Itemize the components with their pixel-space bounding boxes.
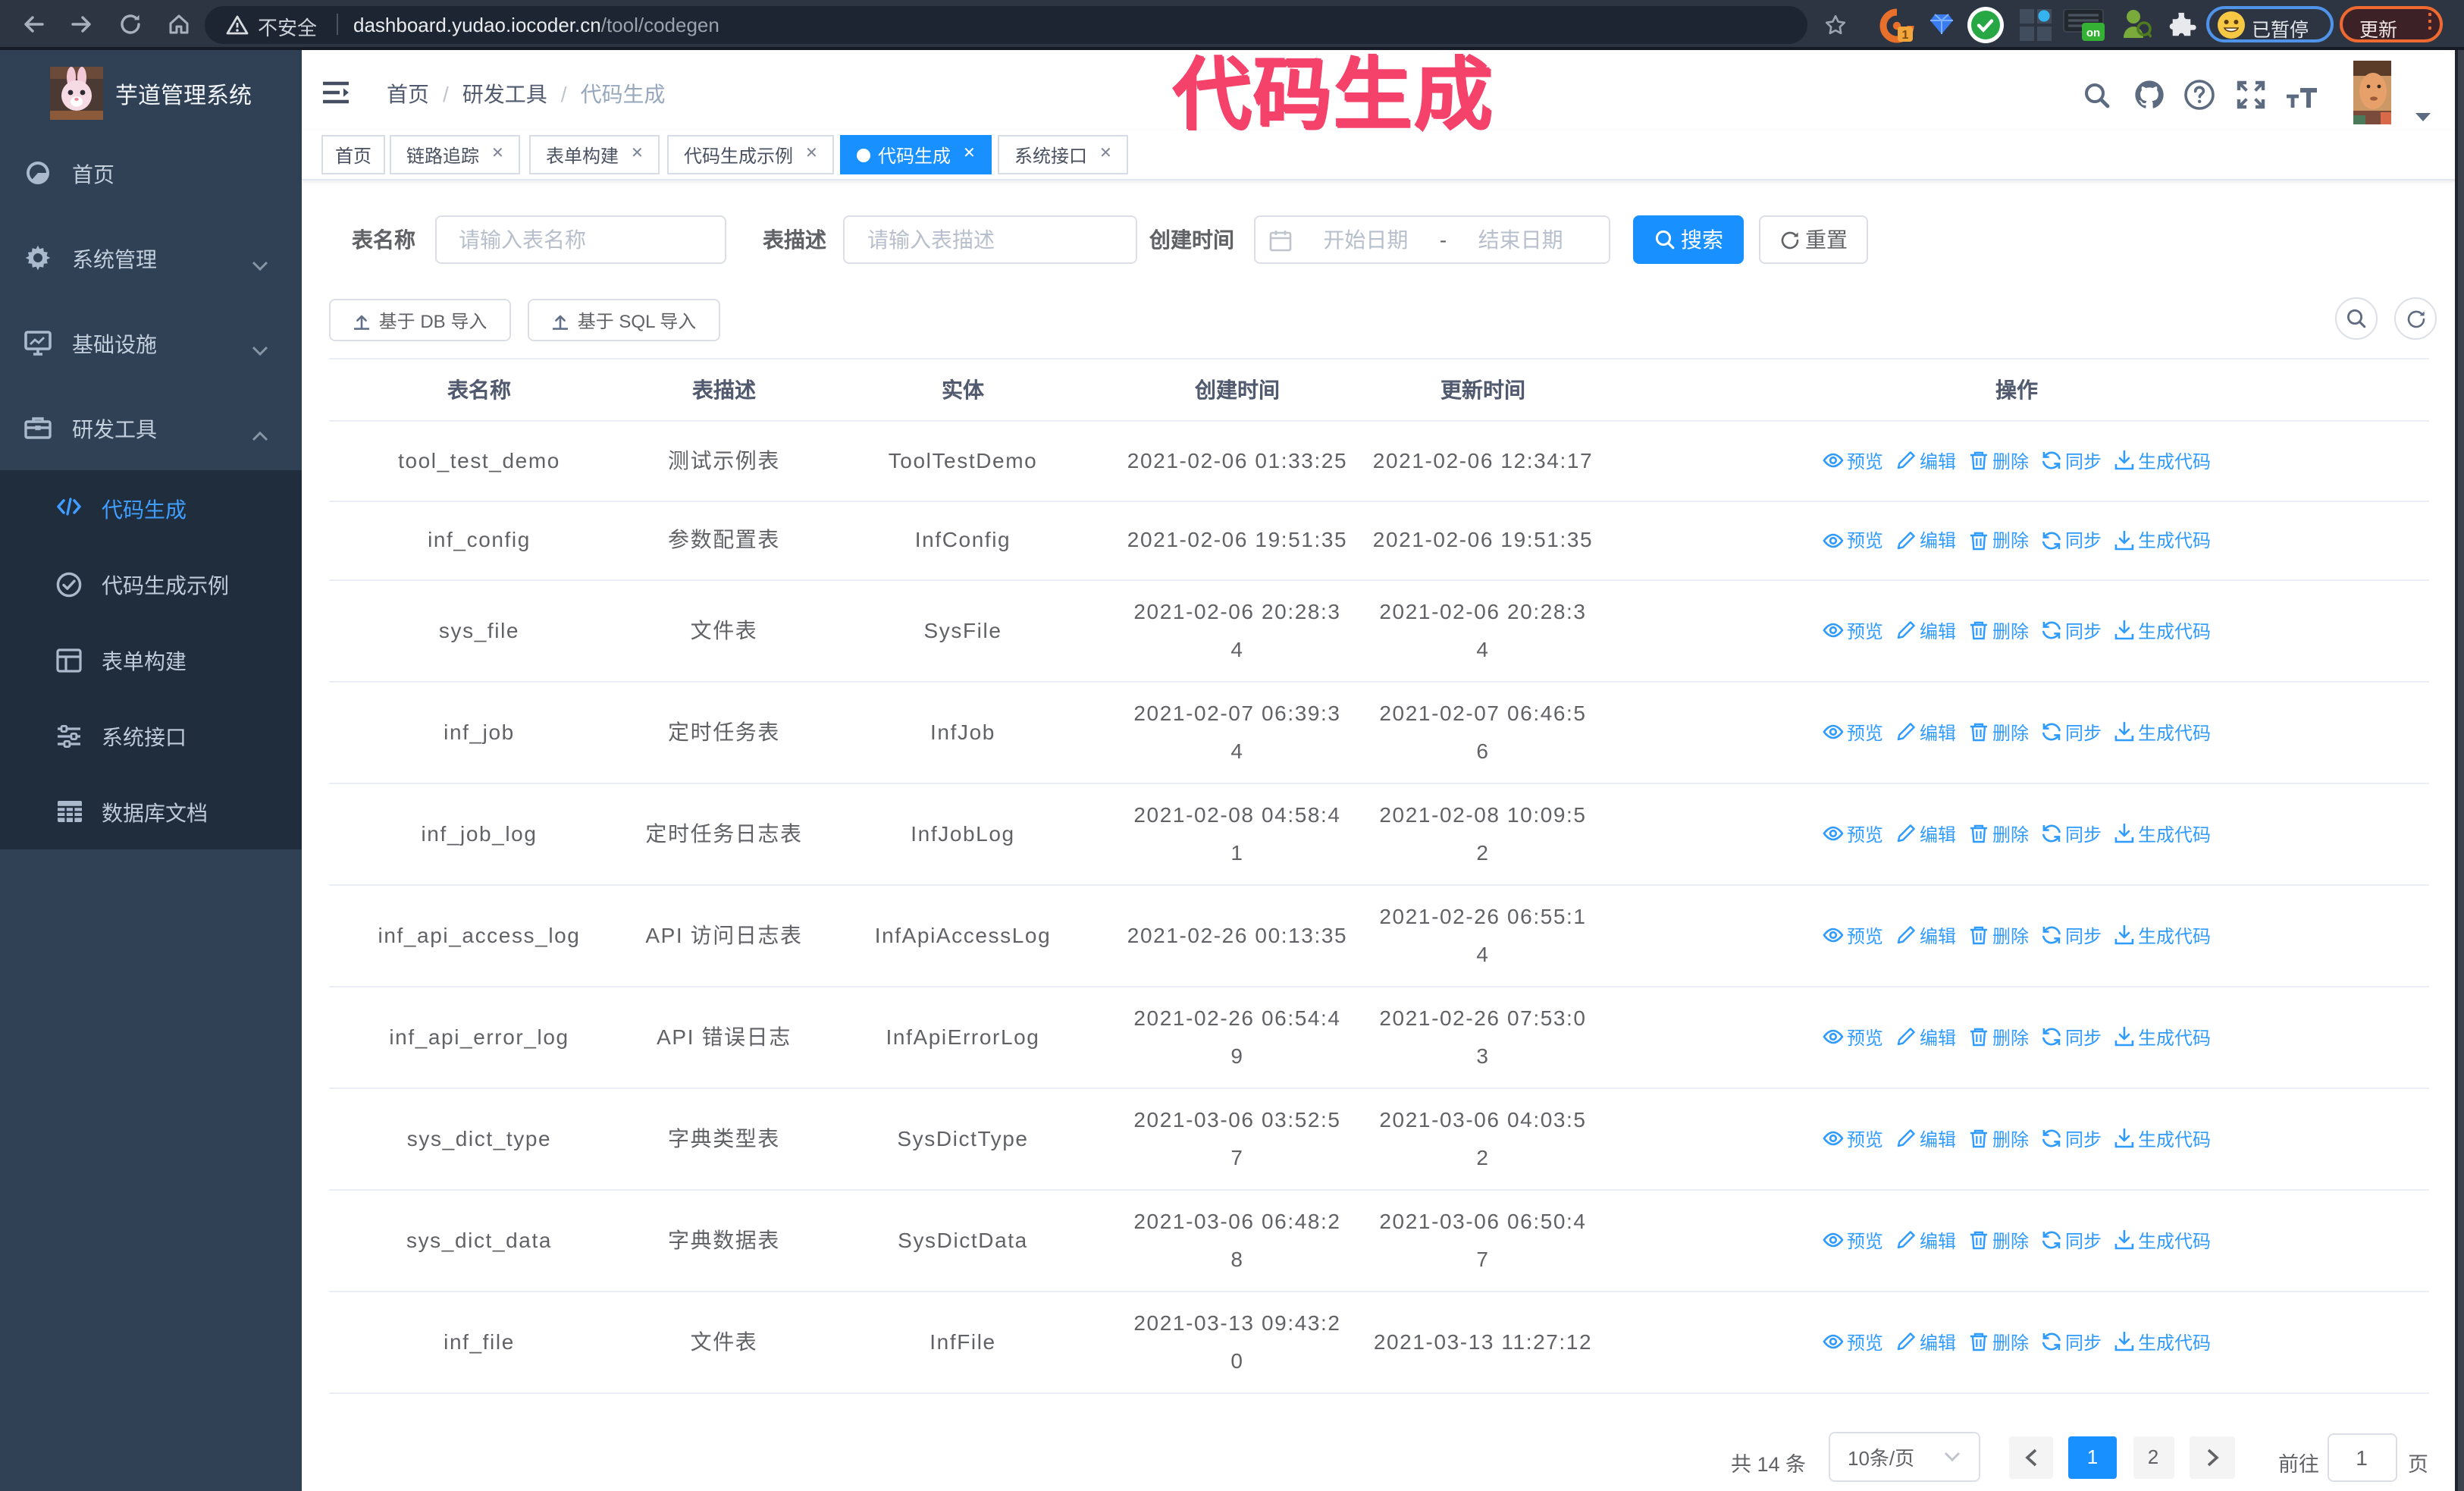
- svg-text:1: 1: [1902, 28, 1909, 41]
- svg-text:on: on: [2086, 26, 2100, 39]
